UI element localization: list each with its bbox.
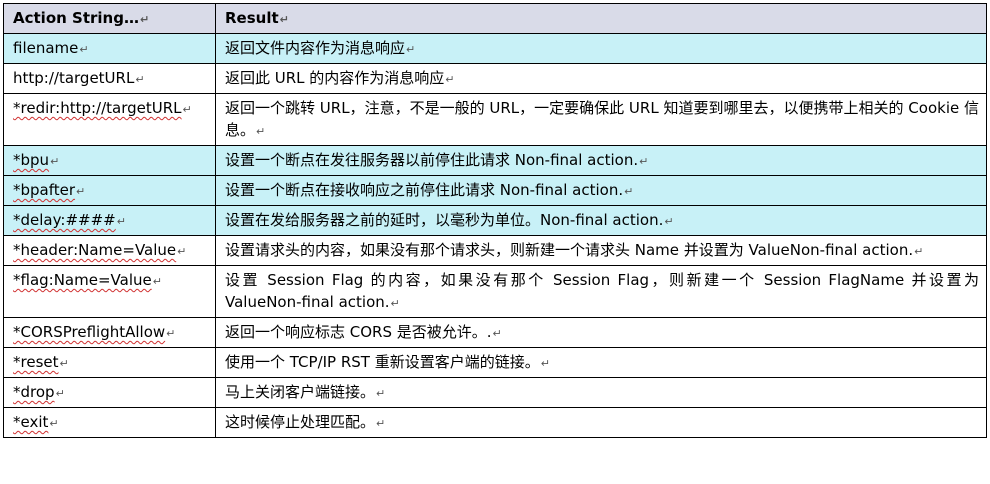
paragraph-mark-icon: ↵: [50, 155, 60, 168]
paragraph-mark-icon: ↵: [664, 215, 674, 228]
result-cell: 马上关闭客户端链接。↵: [215, 377, 987, 408]
action-string-text: *drop: [13, 383, 55, 401]
paragraph-mark-icon: ↵: [390, 297, 400, 310]
paragraph-mark-icon: ↵: [639, 155, 649, 168]
action-string-text: *reset: [13, 353, 59, 371]
table-row: *bpu↵ 设置一个断点在发往服务器以前停住此请求 Non-final actio…: [3, 145, 987, 176]
result-text: 返回此 URL 的内容作为消息响应: [225, 69, 445, 87]
table-row: *redir:http://targetURL↵ 返回一个跳转 URL，注意，不是…: [3, 93, 987, 146]
action-string-cell: *flag:Name=Value↵: [3, 265, 216, 318]
action-string-table: Action String…↵ Result↵ filename↵ 返回文件内容作…: [3, 3, 987, 438]
action-string-cell: *exit↵: [3, 407, 216, 438]
action-string-text: *bpafter: [13, 181, 76, 199]
paragraph-mark-icon: ↵: [177, 245, 187, 258]
action-string-cell: *CORSPreflightAllow↵: [3, 317, 216, 348]
paragraph-mark-icon: ↵: [376, 387, 386, 400]
action-string-cell: filename↵: [3, 33, 216, 64]
result-cell: 设置一个断点在发往服务器以前停住此请求 Non-final action.↵: [215, 145, 987, 176]
paragraph-mark-icon: ↵: [79, 43, 89, 56]
action-string-cell: *header:Name=Value↵: [3, 235, 216, 266]
result-text: 设置请求头的内容，如果没有那个请求头，则新建一个请求头 Name 并设置为 Va…: [225, 241, 914, 259]
result-text: 使用一个 TCP/IP RST 重新设置客户端的链接。: [225, 353, 540, 371]
paragraph-mark-icon: ↵: [135, 73, 145, 86]
paragraph-mark-icon: ↵: [624, 185, 634, 198]
action-string-text: *header:Name=Value: [13, 241, 177, 259]
table-row: *delay:####↵ 设置在发给服务器之前的延时，以毫秒为单位。Non-fin…: [3, 205, 987, 236]
result-cell: 设置一个断点在接收响应之前停住此请求 Non-final action.↵: [215, 175, 987, 206]
paragraph-mark-icon: ↵: [166, 327, 176, 340]
paragraph-mark-icon: ↵: [76, 185, 86, 198]
table-row: *flag:Name=Value↵ 设置 Session Flag 的内容，如果…: [3, 265, 987, 318]
action-string-cell: *bpafter↵: [3, 175, 216, 206]
table-row: http://targetURL↵ 返回此 URL 的内容作为消息响应↵: [3, 63, 987, 94]
table-row: *drop↵ 马上关闭客户端链接。↵: [3, 377, 987, 408]
table-row: *bpafter↵ 设置一个断点在接收响应之前停住此请求 Non-final ac…: [3, 175, 987, 206]
header-result: Result↵: [215, 3, 987, 34]
paragraph-mark-icon: ↵: [540, 357, 550, 370]
paragraph-mark-icon: ↵: [376, 417, 386, 430]
result-cell: 返回一个响应标志 CORS 是否被允许。.↵: [215, 317, 987, 348]
result-cell: 这时候停止处理匹配。↵: [215, 407, 987, 438]
result-cell: 返回文件内容作为消息响应↵: [215, 33, 987, 64]
result-cell: 设置 Session Flag 的内容，如果没有那个 Session Flag，…: [215, 265, 987, 318]
paragraph-mark-icon: ↵: [492, 327, 502, 340]
paragraph-mark-icon: ↵: [914, 245, 924, 258]
paragraph-mark-icon: ↵: [55, 387, 65, 400]
header-action-label: Action String…: [13, 9, 139, 27]
result-cell: 使用一个 TCP/IP RST 重新设置客户端的链接。↵: [215, 347, 987, 378]
action-string-text: *exit: [13, 413, 49, 431]
action-string-cell: http://targetURL↵: [3, 63, 216, 94]
result-text: 设置一个断点在接收响应之前停住此请求 Non-final action.: [225, 181, 624, 199]
result-text: 返回一个跳转 URL，注意，不是一般的 URL，一定要确保此 URL 知道要到哪…: [225, 99, 979, 139]
result-text: 设置一个断点在发往服务器以前停住此请求 Non-final action.: [225, 151, 639, 169]
paragraph-mark-icon: ↵: [445, 73, 455, 86]
paragraph-mark-icon: ↵: [152, 275, 162, 288]
paragraph-mark-icon: ↵: [256, 125, 266, 138]
result-text: 这时候停止处理匹配。: [225, 413, 376, 431]
result-text: 设置在发给服务器之前的延时，以毫秒为单位。Non-final action.: [225, 211, 664, 229]
header-result-label: Result: [225, 9, 279, 27]
result-text: 马上关闭客户端链接。: [225, 383, 376, 401]
action-string-text: http://targetURL: [13, 69, 135, 87]
action-string-text: *bpu: [13, 151, 50, 169]
result-text: 返回一个响应标志 CORS 是否被允许。.: [225, 323, 492, 341]
paragraph-mark-icon: ↵: [279, 13, 289, 26]
paragraph-mark-icon: ↵: [49, 417, 59, 430]
action-string-text: *flag:Name=Value: [13, 271, 152, 289]
result-cell: 设置在发给服务器之前的延时，以毫秒为单位。Non-final action.↵: [215, 205, 987, 236]
paragraph-mark-icon: ↵: [406, 43, 416, 56]
action-string-text: filename: [13, 39, 79, 57]
paragraph-mark-icon: ↵: [116, 215, 126, 228]
table-row: *reset↵ 使用一个 TCP/IP RST 重新设置客户端的链接。↵: [3, 347, 987, 378]
action-string-text: *redir:http://targetURL: [13, 99, 182, 117]
action-string-cell: *reset↵: [3, 347, 216, 378]
paragraph-mark-icon: ↵: [139, 13, 150, 26]
result-cell: 设置请求头的内容，如果没有那个请求头，则新建一个请求头 Name 并设置为 Va…: [215, 235, 987, 266]
action-string-cell: *delay:####↵: [3, 205, 216, 236]
result-text: 设置 Session Flag 的内容，如果没有那个 Session Flag，…: [225, 271, 979, 311]
paragraph-mark-icon: ↵: [182, 103, 192, 116]
table-row: *exit↵ 这时候停止处理匹配。↵: [3, 407, 987, 438]
result-cell: 返回此 URL 的内容作为消息响应↵: [215, 63, 987, 94]
action-string-text: *CORSPreflightAllow: [13, 323, 166, 341]
paragraph-mark-icon: ↵: [59, 357, 69, 370]
table-row: *header:Name=Value↵ 设置请求头的内容，如果没有那个请求头，则新…: [3, 235, 987, 266]
result-cell: 返回一个跳转 URL，注意，不是一般的 URL，一定要确保此 URL 知道要到哪…: [215, 93, 987, 146]
table-header-row: Action String…↵ Result↵: [3, 3, 987, 34]
action-string-cell: *drop↵: [3, 377, 216, 408]
action-string-text: *delay:####: [13, 211, 116, 229]
table-row: filename↵ 返回文件内容作为消息响应↵: [3, 33, 987, 64]
action-string-cell: *redir:http://targetURL↵: [3, 93, 216, 146]
table-row: *CORSPreflightAllow↵ 返回一个响应标志 CORS 是否被允许。…: [3, 317, 987, 348]
header-action-string: Action String…↵: [3, 3, 216, 34]
result-text: 返回文件内容作为消息响应: [225, 39, 406, 57]
action-string-cell: *bpu↵: [3, 145, 216, 176]
